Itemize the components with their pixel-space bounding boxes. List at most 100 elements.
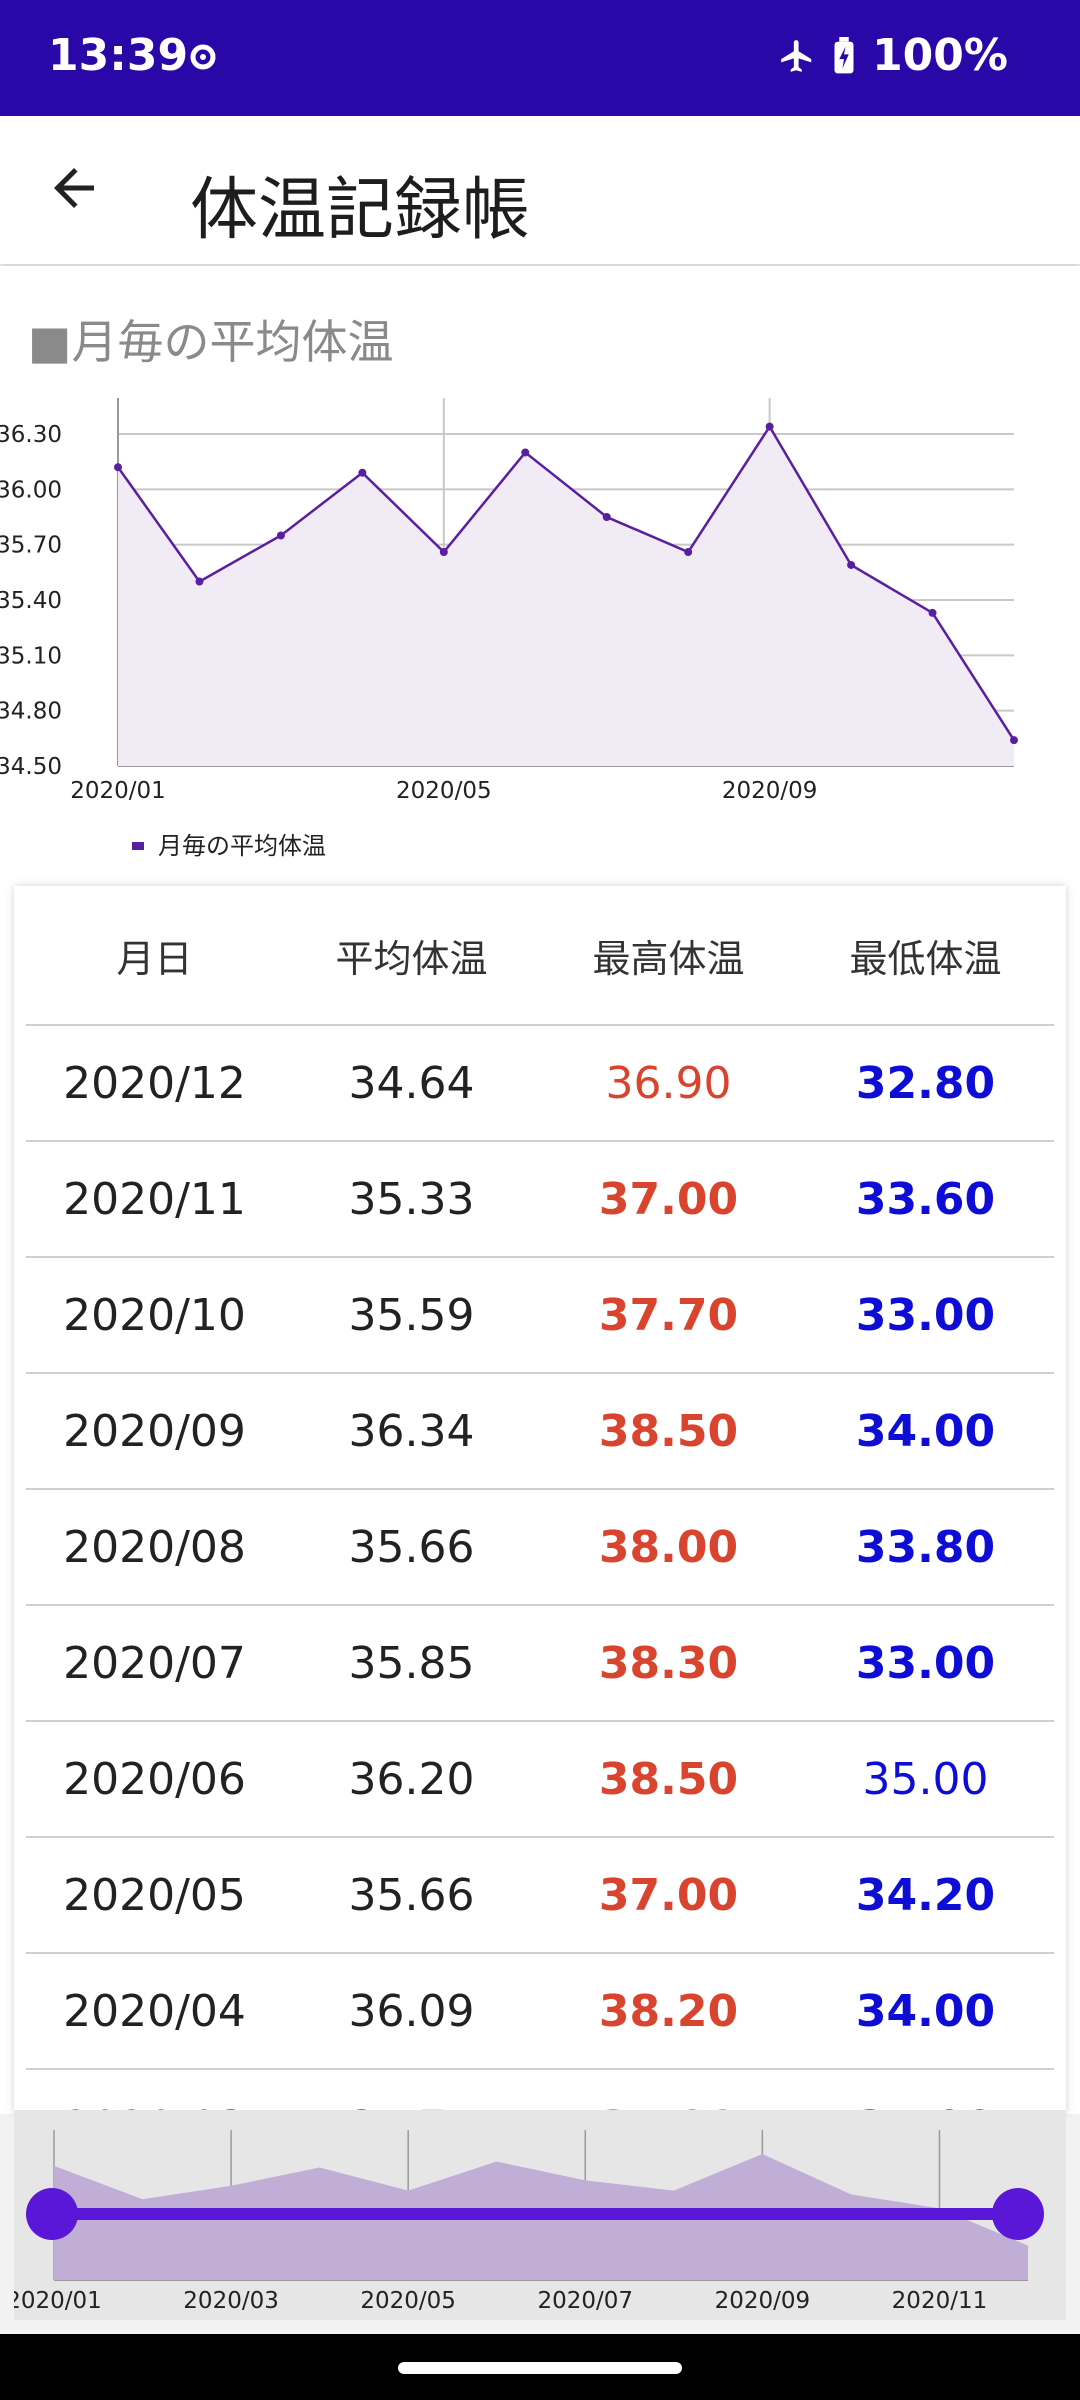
row-min: 33.80 <box>855 1521 996 1573</box>
y-tick-label: 34.50 <box>0 754 62 780</box>
row-average: 35.33 <box>348 1173 475 1225</box>
range-tick-label: 2020/01 <box>14 2288 102 2314</box>
x-tick-label: 2020/09 <box>722 778 818 804</box>
row-date: 2020/05 <box>63 1869 246 1921</box>
y-tick-label: 35.10 <box>0 643 62 669</box>
range-tick-label: 2020/07 <box>537 2288 633 2314</box>
main-content: ■月毎の平均体温 36.30 36.00 35.70 35.40 35.10 34.80 3… <box>0 266 1080 2114</box>
data-point <box>1010 736 1018 745</box>
y-tick-label: 36.30 <box>0 422 62 448</box>
status-time: 13:39 <box>48 30 189 81</box>
row-max: 38.30 <box>598 1637 739 1689</box>
legend-label: 月毎の平均体温 <box>158 832 326 860</box>
monthly-average-chart: 36.30 36.00 35.70 35.40 35.10 34.80 34.50 2020/… <box>0 398 1018 860</box>
row-min: 33.00 <box>855 1637 996 1689</box>
row-min: 33.00 <box>855 1289 996 1341</box>
row-date: 2020/09 <box>63 1405 246 1457</box>
battery-charging-icon <box>834 36 854 73</box>
y-tick-label: 36.00 <box>0 477 62 503</box>
y-tick-label: 35.40 <box>0 588 62 614</box>
home-gesture-handle[interactable] <box>398 2362 682 2374</box>
row-date: 2020/12 <box>63 1057 246 1109</box>
series-area <box>118 426 1014 766</box>
row-average: 34.64 <box>348 1057 475 1109</box>
row-max: 38.50 <box>598 1405 739 1457</box>
row-max: 36.90 <box>605 1057 732 1109</box>
data-point <box>847 560 856 569</box>
table-row[interactable]: 2020/11 35.33 37.00 33.60 <box>26 1142 1054 1258</box>
row-date: 2020/04 <box>63 1985 246 2037</box>
data-point <box>114 463 122 472</box>
table-row[interactable]: 2020/04 36.09 38.20 34.00 <box>26 1954 1054 2070</box>
row-average: 35.85 <box>348 1637 475 1689</box>
data-point <box>358 468 367 477</box>
data-point <box>521 448 530 457</box>
airplane-mode-icon <box>781 39 812 72</box>
table-row[interactable]: 2020/08 35.66 38.00 33.80 <box>26 1490 1054 1606</box>
battery-percent: 100% <box>872 30 1008 81</box>
temperature-table-card: 月日 平均体温 最高体温 最低体温 2020/12 34.64 36.90 32.80… <box>14 886 1066 2114</box>
range-start-handle[interactable] <box>26 2188 78 2240</box>
row-min: 34.00 <box>855 1405 996 1457</box>
date-range-slider[interactable]: 2020/01 2020/03 2020/05 2020/07 2020/09 2020/… <box>14 2110 1066 2320</box>
table-row[interactable]: 2020/09 36.34 38.50 34.00 <box>26 1374 1054 1490</box>
legend-swatch <box>132 842 144 850</box>
row-average: 35.66 <box>348 1869 475 1921</box>
range-tick-label: 2020/05 <box>360 2288 456 2314</box>
row-min: 33.60 <box>855 1173 996 1225</box>
row-date: 2020/11 <box>63 1173 246 1225</box>
settings-gear-icon <box>190 44 216 70</box>
data-point <box>928 608 937 617</box>
row-max: 38.50 <box>598 1753 739 1805</box>
chart-title: ■月毎の平均体温 <box>28 315 394 369</box>
header-average: 平均体温 <box>335 936 488 981</box>
table-row[interactable]: 2020/06 36.20 38.50 35.00 <box>26 1722 1054 1838</box>
table-row[interactable]: 2020/07 35.85 38.30 33.00 <box>26 1606 1054 1722</box>
table-row[interactable]: 2020/10 35.59 37.70 33.00 <box>26 1258 1054 1374</box>
header-date: 月日 <box>116 936 193 981</box>
temperature-table: 月日 平均体温 最高体温 最低体温 2020/12 34.64 36.90 32.80… <box>26 886 1054 2114</box>
data-point <box>765 422 774 431</box>
table-row[interactable]: 2020/12 34.64 36.90 32.80 <box>26 1026 1054 1142</box>
data-point <box>602 513 611 521</box>
row-min: 34.20 <box>855 1869 996 1921</box>
row-max: 37.70 <box>598 1289 739 1341</box>
header-min: 最低体温 <box>849 936 1002 981</box>
row-average: 35.59 <box>348 1289 475 1341</box>
data-point <box>195 577 204 586</box>
row-average: 36.20 <box>348 1753 475 1805</box>
row-max: 37.00 <box>598 1173 739 1225</box>
back-arrow-icon[interactable] <box>44 158 104 218</box>
row-average: 36.34 <box>348 1405 475 1457</box>
status-right: 100% <box>778 30 1008 81</box>
range-tick-label: 2020/09 <box>715 2288 811 2314</box>
range-slider-overview[interactable]: 2020/01 2020/03 2020/05 2020/07 2020/09 2020/… <box>14 2110 1066 2320</box>
row-min: 34.00 <box>855 1985 996 2037</box>
table-row[interactable]: 2020/05 35.66 37.00 34.20 <box>26 1838 1054 1954</box>
x-tick-label: 2020/01 <box>70 778 166 804</box>
row-date: 2020/08 <box>63 1521 246 1573</box>
navigation-bar <box>0 2334 1080 2400</box>
row-min: 32.80 <box>855 1057 996 1109</box>
row-max: 38.20 <box>598 1985 739 2037</box>
header-max: 最高体温 <box>592 936 745 981</box>
y-tick-label: 35.70 <box>0 533 62 559</box>
status-bar: 13:39 100% <box>0 0 1080 116</box>
row-min: 35.00 <box>862 1753 989 1805</box>
table-header-row: 月日 平均体温 最高体温 最低体温 <box>26 886 1054 1026</box>
table-row[interactable]: 2020/0335.7537.0034.00 <box>26 2070 1054 2115</box>
range-tick-label: 2020/11 <box>892 2288 988 2314</box>
range-end-handle[interactable] <box>992 2188 1044 2240</box>
row-average: 36.09 <box>348 1985 475 2037</box>
row-average: 35.66 <box>348 1521 475 1573</box>
range-tick-label: 2020/03 <box>183 2288 279 2314</box>
app-bar: 体温記録帳 <box>0 116 1080 264</box>
row-date: 2020/06 <box>63 1753 246 1805</box>
x-tick-label: 2020/05 <box>396 778 492 804</box>
app-title: 体温記録帳 <box>190 171 531 250</box>
row-max: 37.00 <box>598 1869 739 1921</box>
y-tick-label: 34.80 <box>0 699 62 725</box>
data-point <box>276 531 285 540</box>
data-point <box>439 548 448 557</box>
data-point <box>684 548 693 557</box>
